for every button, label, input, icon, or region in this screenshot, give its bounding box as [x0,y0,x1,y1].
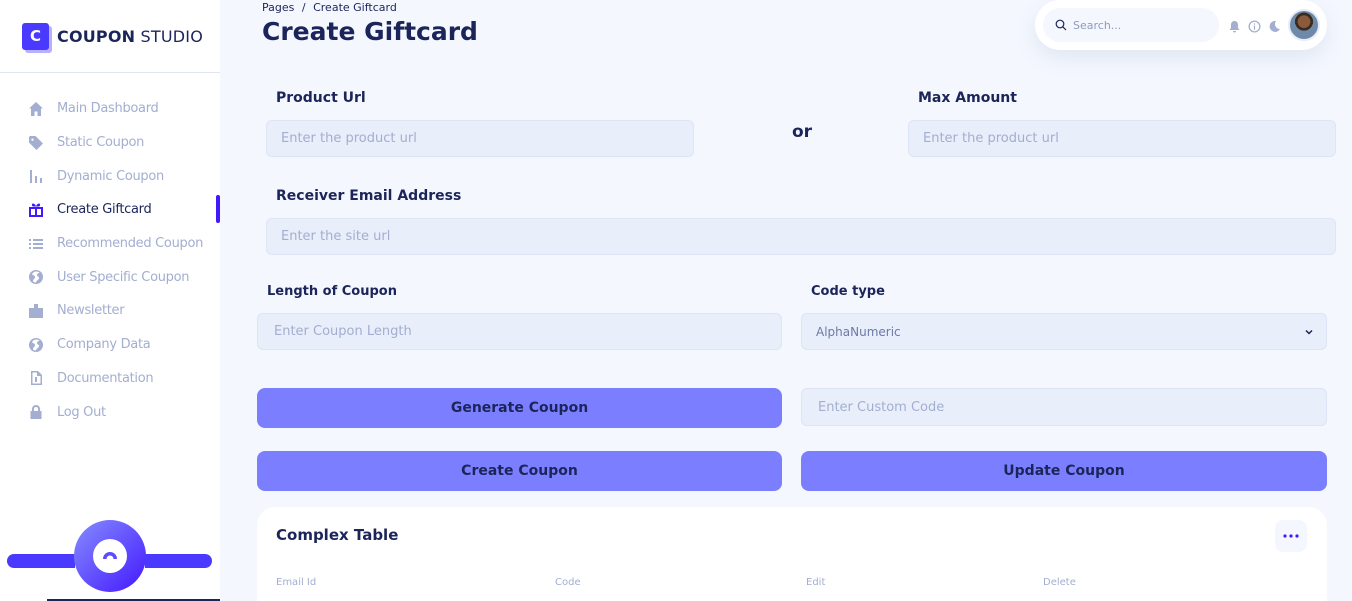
sidebar-item-label: User Specific Coupon [57,269,190,285]
card-title: Complex Table [276,526,399,544]
brand-name-bold: COUPON [57,26,136,46]
sidebar-item-documentation[interactable]: Documentation [0,362,220,396]
column-header-code[interactable]: Code [555,577,581,588]
gift-icon [27,201,44,218]
chevron-down-icon [1305,329,1313,335]
sidebar-item-label: Static Coupon [57,135,145,151]
coupon-length-label: Length of Coupon [267,284,397,299]
document-icon [27,370,44,387]
or-separator: or [792,122,813,142]
info-icon[interactable] [1248,18,1261,33]
topbar [1035,0,1327,50]
sidebar-item-create-giftcard[interactable]: Create Giftcard [0,193,220,227]
generate-coupon-button[interactable]: Generate Coupon [257,388,782,428]
more-options-button[interactable] [1275,520,1307,552]
sidebar-item-log-out[interactable]: Log Out [0,395,220,429]
max-amount-label: Max Amount [918,90,1017,106]
sidebar-item-label: Recommended Coupon [57,236,204,252]
code-type-value: AlphaNumeric [816,324,901,339]
globe-icon [27,336,44,353]
sidebar-item-static-coupon[interactable]: Static Coupon [0,126,220,160]
bar-chart-icon [27,168,44,185]
brand-name-light: STUDIO [135,26,204,46]
sidebar-item-newsletter[interactable]: Newsletter [0,294,220,328]
more-horizontal-icon [1283,534,1299,538]
sidebar-item-user-specific-coupon[interactable]: User Specific Coupon [0,260,220,294]
page-title: Create Giftcard [262,17,478,46]
column-header-edit[interactable]: Edit [806,577,825,588]
sidebar-item-recommended-coupon[interactable]: Recommended Coupon [0,227,220,261]
column-header-email[interactable]: Email Id [276,577,316,588]
update-coupon-button[interactable]: Update Coupon [801,451,1327,491]
sidebar-item-company-data[interactable]: Company Data [0,328,220,362]
footer-bar-left [7,554,75,568]
folder-icon [27,302,44,319]
avatar[interactable] [1288,9,1320,41]
create-coupon-button[interactable]: Create Coupon [257,451,782,491]
bell-icon[interactable] [1228,18,1241,33]
sidebar-item-label: Log Out [57,404,106,420]
breadcrumb-current: Create Giftcard [313,1,397,14]
brand: C COUPON STUDIO [0,0,220,73]
complex-table-card: Complex Table Email Id Code Edit Delete [257,507,1327,601]
list-icon [27,235,44,252]
sidebar-item-label: Documentation [57,370,154,386]
sidebar-item-label: Create Giftcard [57,202,152,218]
moon-icon[interactable] [1268,18,1281,32]
sidebar: C COUPON STUDIO Main Dashboard Static Co… [0,0,220,601]
code-type-label: Code type [811,284,885,299]
brand-logo: C [22,22,49,50]
search-icon [1055,19,1067,31]
home-icon [27,100,44,117]
custom-code-input[interactable] [801,388,1327,426]
sidebar-item-dynamic-coupon[interactable]: Dynamic Coupon [0,159,220,193]
sidebar-item-label: Dynamic Coupon [57,168,164,184]
lock-icon [27,404,44,421]
search-box[interactable] [1043,8,1219,42]
receiver-email-label: Receiver Email Address [276,188,462,204]
code-type-select[interactable]: AlphaNumeric [801,313,1327,350]
receiver-email-input[interactable] [266,218,1336,255]
sidebar-item-label: Main Dashboard [57,101,159,117]
breadcrumb-pages[interactable]: Pages [262,1,294,14]
globe-icon [27,269,44,286]
product-url-input[interactable] [266,120,694,157]
upgrade-button[interactable] [74,520,146,592]
tag-icon [27,134,44,151]
coupon-length-input[interactable] [257,313,782,350]
sidebar-item-label: Newsletter [57,303,125,319]
search-input[interactable] [1073,18,1203,32]
product-url-label: Product Url [276,90,366,106]
sidebar-item-main-dashboard[interactable]: Main Dashboard [0,92,220,126]
breadcrumb-separator: / [301,1,306,14]
column-header-delete[interactable]: Delete [1043,577,1076,588]
brand-name: COUPON STUDIO [57,27,203,46]
sidebar-footer [0,520,220,601]
logo-icon [93,539,127,573]
footer-bar-right [145,554,212,568]
sidebar-nav: Main Dashboard Static Coupon Dynamic Cou… [0,92,220,429]
breadcrumb: Pages / Create Giftcard [262,1,401,14]
max-amount-input[interactable] [908,120,1336,157]
sidebar-item-label: Company Data [57,337,151,353]
